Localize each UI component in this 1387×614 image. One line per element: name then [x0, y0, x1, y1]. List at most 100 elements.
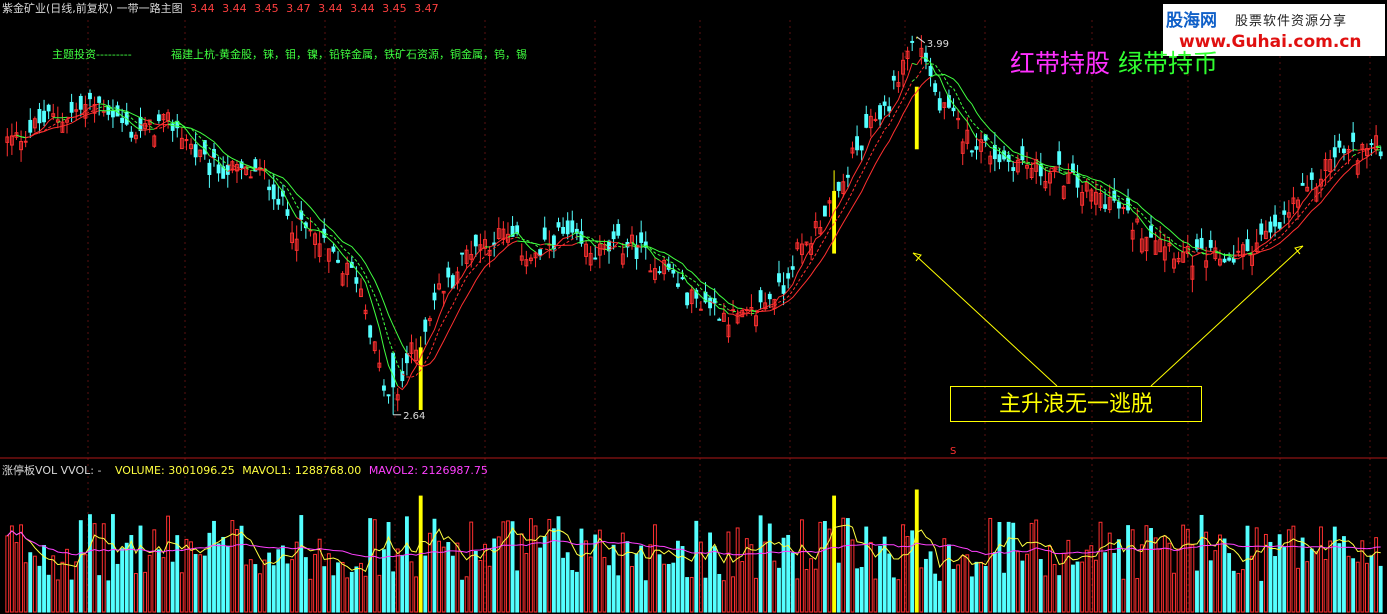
volume-bar	[620, 532, 625, 613]
volume-bar	[1080, 561, 1085, 613]
volume-bar	[928, 551, 933, 613]
volume-bar	[198, 554, 203, 613]
candle-body	[611, 231, 616, 240]
volume-bar	[795, 578, 800, 613]
volume-bar	[55, 579, 60, 613]
candle-body	[129, 131, 134, 138]
volume-bar	[244, 564, 249, 613]
candle-body	[97, 96, 102, 103]
volume-bar	[1342, 536, 1346, 613]
ma-band-line	[99, 103, 141, 131]
volume-bar	[202, 555, 207, 613]
ma-band-line	[751, 312, 757, 315]
volume-bar	[616, 575, 621, 613]
volume-bar	[726, 531, 731, 613]
slogan: 红带持股 绿带持币	[1010, 44, 1218, 80]
candle-body	[382, 385, 386, 391]
volume-bar	[1227, 553, 1232, 613]
volume-bar	[69, 579, 74, 613]
volume-bar	[790, 552, 795, 613]
volume-bar	[156, 549, 161, 613]
volume-bar	[414, 576, 419, 613]
candle-body	[671, 269, 676, 274]
volume-bar	[1167, 542, 1172, 613]
volume-bar	[740, 561, 745, 613]
candle-body	[460, 252, 464, 255]
volume-bar	[189, 541, 193, 613]
ma-band-line	[535, 249, 550, 258]
volume-bar	[1309, 548, 1314, 613]
volume-bar	[1213, 550, 1218, 613]
volume-bar	[349, 571, 354, 613]
volume-bar	[1236, 572, 1241, 613]
volume-bar	[836, 562, 841, 613]
volume-bar	[1112, 552, 1117, 613]
volume-bar	[290, 559, 295, 613]
mavol2-value: MAVOL2: 2126987.75	[368, 464, 488, 477]
candle-body	[685, 292, 690, 306]
candle-body	[400, 371, 405, 382]
ma-band-line	[911, 77, 918, 82]
volume-bar	[905, 536, 910, 613]
volume-bar	[758, 515, 763, 613]
candle-body	[969, 150, 974, 153]
volume-bar	[1282, 547, 1287, 613]
ma-band-line	[1183, 246, 1188, 249]
volume-bar	[556, 516, 561, 613]
volume-bar	[313, 553, 317, 613]
volume-bar	[666, 563, 671, 613]
candle-body	[648, 270, 653, 273]
volume-bar	[887, 553, 892, 613]
candle-body	[1282, 210, 1287, 215]
candle-body	[1337, 140, 1342, 148]
volume-bar	[65, 548, 69, 613]
volume-bar	[106, 580, 111, 613]
volume-bar	[1176, 548, 1181, 613]
volume-bar	[579, 528, 584, 613]
candle-body	[225, 164, 230, 175]
volume-bar	[551, 528, 556, 613]
candle-body	[570, 220, 575, 233]
volume-bar	[515, 570, 520, 613]
volume-bar	[1029, 522, 1034, 613]
candle-body	[790, 266, 795, 270]
volume-bar	[1185, 528, 1190, 613]
ma-band-line	[53, 116, 68, 119]
volume-bar	[864, 526, 869, 613]
volume-bar	[1346, 555, 1351, 613]
annotation-label: 3.99	[927, 39, 949, 50]
volume-bar	[1093, 559, 1098, 613]
volume-bar	[299, 515, 304, 613]
volume-bar	[409, 561, 414, 613]
volume-bar	[924, 558, 928, 613]
volume-bar	[253, 564, 258, 613]
volume-bar	[992, 551, 997, 613]
volume-bar	[1222, 538, 1227, 613]
volume-bar	[115, 563, 120, 613]
volume-bar	[450, 555, 455, 613]
volume-bar	[910, 530, 915, 613]
candle-body	[202, 140, 207, 155]
candle-body	[731, 309, 735, 312]
candle-body	[698, 308, 703, 311]
volume-bar	[1144, 525, 1149, 613]
candle-body	[822, 205, 827, 217]
volume-bar	[271, 565, 276, 613]
volume-bar	[1355, 561, 1360, 613]
volume-bar	[1254, 527, 1259, 613]
candle-body	[120, 117, 125, 124]
volume-bar	[97, 575, 102, 613]
volume-bar	[1323, 558, 1328, 613]
volume-bar	[662, 563, 667, 613]
candle-body	[864, 114, 869, 128]
volume-bar	[23, 562, 28, 613]
volume-bar	[942, 538, 947, 613]
ma-band-line	[1247, 253, 1253, 255]
volume-bar	[1231, 570, 1236, 613]
volume-bar	[101, 523, 106, 613]
candle-body	[1227, 257, 1232, 261]
volume-bar	[855, 568, 859, 613]
volume-bar	[37, 565, 42, 613]
volume-bar	[143, 571, 148, 613]
volume-bar	[372, 519, 377, 613]
